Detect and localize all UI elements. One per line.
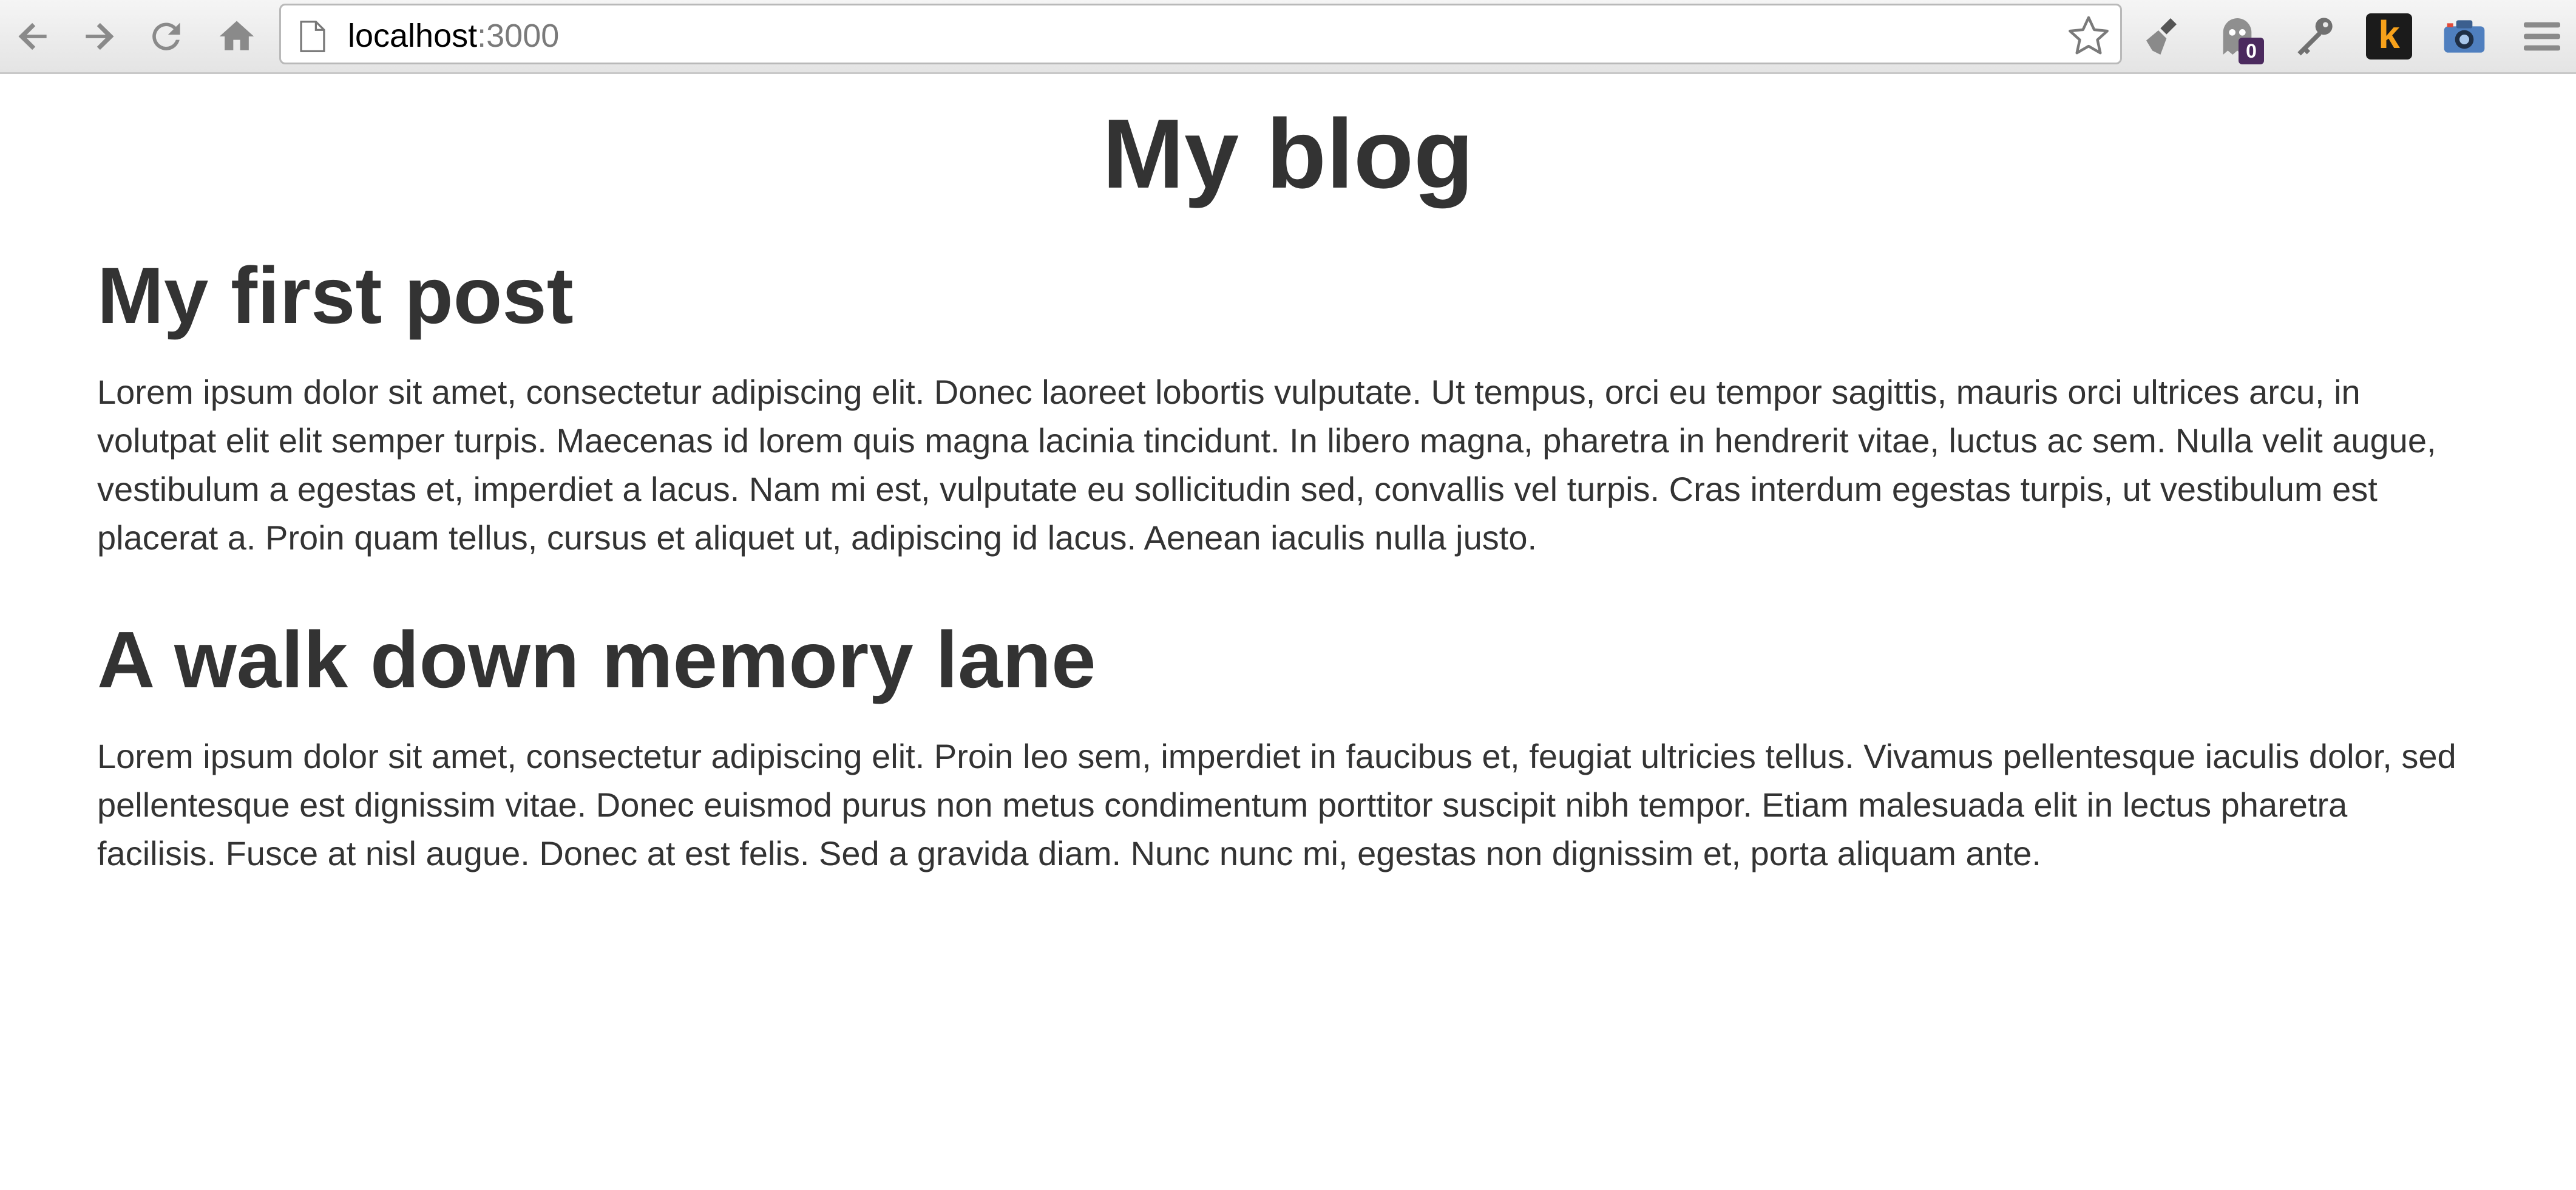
hamburger-menu-icon (2524, 22, 2560, 51)
extension-key[interactable] (2286, 8, 2342, 64)
post-title-2: A walk down memory lane (97, 615, 1096, 704)
home-icon (219, 21, 254, 50)
extension-klout[interactable]: k (2361, 8, 2417, 64)
back-arrow-icon (18, 22, 47, 50)
extension-broom[interactable] (2137, 8, 2192, 64)
site-title: My blog (1102, 99, 1474, 209)
chrome-menu-button[interactable] (2514, 8, 2570, 64)
post-body-1: Lorem ipsum dolor sit amet, consectetur … (97, 373, 2436, 557)
extension-ghostery[interactable]: 0 (2209, 8, 2265, 64)
back-button[interactable] (5, 10, 61, 63)
extension-camera[interactable] (2436, 8, 2492, 64)
page-icon (300, 21, 325, 52)
browser-toolbar: localhost:3000 0 k (0, 0, 2576, 74)
url-text[interactable]: localhost:3000 (348, 16, 559, 55)
post-body-2: Lorem ipsum dolor sit amet, consectetur … (97, 737, 2456, 872)
url-host: localhost (348, 18, 478, 54)
home-button[interactable] (209, 10, 265, 63)
post-title-1: My first post (97, 251, 574, 340)
forward-arrow-icon (86, 22, 114, 50)
broom-icon (2146, 18, 2177, 55)
reload-button[interactable] (138, 10, 194, 63)
reload-icon (152, 22, 180, 50)
extension-badge: 0 (2239, 38, 2264, 64)
forward-button[interactable] (72, 10, 127, 63)
camera-icon (2444, 20, 2485, 53)
klout-icon: k (2366, 13, 2412, 59)
url-port: :3000 (477, 18, 560, 54)
key-icon (2297, 18, 2333, 56)
address-bar[interactable]: localhost:3000 (279, 4, 2122, 64)
star-icon[interactable] (2066, 13, 2112, 59)
